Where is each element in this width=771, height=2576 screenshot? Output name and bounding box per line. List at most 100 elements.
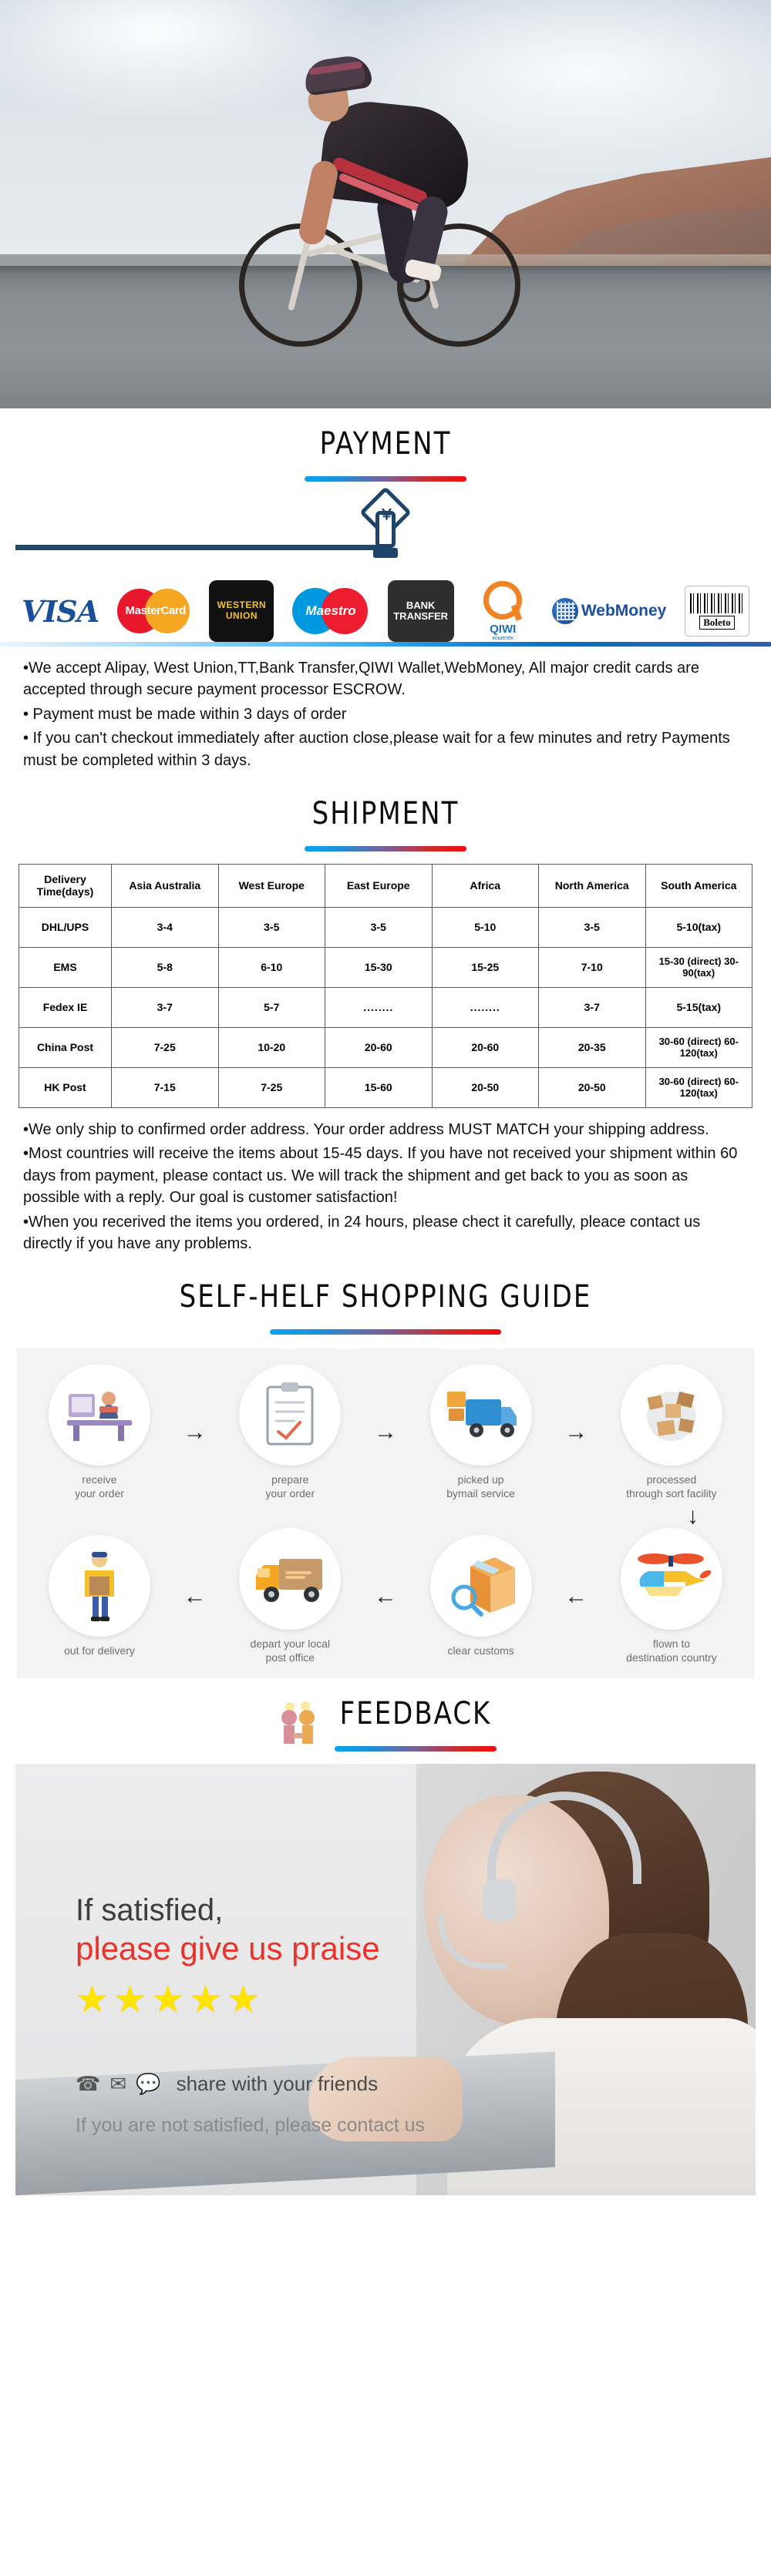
share-text: share with your friends	[176, 2072, 379, 2096]
email-icon: ✉	[109, 2072, 127, 2096]
cell-africa: ........	[431, 986, 539, 1028]
guide-step-flown-destination: flown to destination country	[598, 1528, 745, 1664]
shipping-policy-text: •We only ship to confirmed order address…	[0, 1108, 771, 1261]
guide-step-picked-up: picked up bymail service	[408, 1364, 554, 1500]
shipping-time-table: Delivery Time(days) Asia Australia West …	[19, 863, 752, 1108]
guide-title-underline	[270, 1329, 501, 1335]
guide-step-receive-order: receive your order	[26, 1364, 173, 1500]
shipping-paragraph-1: •We only ship to confirmed order address…	[23, 1120, 709, 1138]
cell-west-europe: 7-25	[217, 1066, 325, 1108]
header-delivery-time: Delivery Time(days)	[19, 863, 112, 908]
guide-step-clear-customs: clear customs	[408, 1535, 554, 1658]
arrow-left-icon: ←	[373, 1583, 397, 1609]
guide-step-label: processed through sort facility	[626, 1473, 717, 1500]
table-row: EMS 5-8 6-10 15-30 15-25 7-10 15-30 (dir…	[19, 946, 752, 988]
payment-section-header: PAYMENT	[0, 408, 771, 482]
header-south-america: South America	[645, 863, 752, 908]
payment-paragraph-3: • If you can't checkout immediately afte…	[23, 730, 730, 769]
qiwi-label: QIWI	[490, 623, 517, 636]
payment-badge-area: ￥	[0, 486, 771, 573]
visa-logo: VISA	[22, 593, 99, 629]
cell-north-america: 3-7	[538, 986, 646, 1028]
boleto-barcode-icon	[689, 593, 744, 613]
table-row: DHL/UPS 3-4 3-5 3-5 5-10 3-5 5-10(tax)	[19, 906, 752, 948]
star-icon: ★	[227, 1979, 261, 2020]
star-icon: ★	[76, 1979, 109, 2020]
shipment-title: SHIPMENT	[311, 795, 460, 832]
badge-glyph: ￥	[379, 506, 395, 523]
arrow-down-icon: ↓	[687, 1503, 699, 1530]
cell-east-europe: 20-60	[325, 1026, 433, 1068]
cell-north-america: 7-10	[538, 946, 646, 988]
guide-step-label: flown to destination country	[626, 1637, 717, 1664]
feedback-bottom-text: If you are not satisfied, please contact…	[76, 2114, 426, 2137]
payment-divider-line	[15, 545, 386, 550]
boleto-logo: Boleto	[684, 586, 749, 636]
shipping-paragraph-3: •When you recerived the items you ordere…	[23, 1213, 701, 1252]
qiwi-ring-icon	[483, 581, 523, 620]
guide-step-depart-post-office: depart your local post office	[217, 1528, 363, 1664]
cell-north-america: 3-5	[538, 906, 646, 948]
maestro-label: Maestro	[305, 603, 356, 618]
cell-west-europe: 5-7	[217, 986, 325, 1028]
cell-east-europe: 15-60	[325, 1066, 433, 1108]
phone-icon: ☎	[76, 2072, 101, 2096]
cell-south-america: 5-15(tax)	[645, 986, 752, 1028]
cell-west-europe: 6-10	[217, 946, 325, 988]
payment-terms-text: •We accept Alipay, West Union,TT,Bank Tr…	[0, 647, 771, 778]
cell-north-america: 20-35	[538, 1026, 646, 1068]
guide-step-label: depart your local post office	[250, 1637, 331, 1664]
shipping-paragraph-2: •Most countries will receive the items a…	[23, 1145, 738, 1207]
cell-africa: 20-60	[431, 1026, 539, 1068]
feedback-text-overlay: If satisfied, please give us praise ★ ★ …	[15, 1764, 756, 2195]
cell-west-europe: 3-5	[217, 906, 325, 948]
cell-africa: 5-10	[431, 906, 539, 948]
header-west-europe: West Europe	[217, 863, 325, 908]
webmoney-label: WebMoney	[581, 602, 667, 620]
mastercard-logo: MasterCard	[116, 589, 191, 633]
cell-africa: 20-50	[431, 1066, 539, 1108]
cell-north-america: 20-50	[538, 1066, 646, 1108]
payment-title: PAYMENT	[319, 425, 452, 462]
guide-step-label: clear customs	[447, 1644, 514, 1657]
cell-south-america: 30-60 (direct) 60-120(tax)	[645, 1066, 752, 1108]
payment-title-underline	[305, 476, 466, 482]
arrow-right-icon: →	[373, 1419, 397, 1445]
cell-south-america: 15-30 (direct) 30-90(tax)	[645, 946, 752, 988]
qiwi-sublabel: кошелёк	[492, 636, 513, 641]
table-row: HK Post 7-15 7-25 15-60 20-50 20-50 30-6…	[19, 1066, 752, 1108]
webmoney-logo: WebMoney	[551, 598, 667, 624]
table-row: China Post 7-25 10-20 20-60 20-60 20-35 …	[19, 1026, 752, 1068]
shipment-table-container: Delivery Time(days) Asia Australia West …	[0, 851, 771, 1108]
feedback-title: FEEDBACK	[339, 1695, 492, 1732]
western-union-line2: UNION	[225, 610, 258, 621]
product-description-page: PAYMENT ￥ VISA MasterCard WESTERN UNION	[0, 0, 771, 2196]
star-icon: ★	[189, 1979, 223, 2020]
webmoney-globe-icon	[551, 598, 578, 624]
guide-row-bottom: out for delivery ← depart your local pos…	[26, 1528, 745, 1664]
guide-step-label: prepare your order	[265, 1473, 315, 1500]
cell-east-europe: ........	[325, 986, 433, 1028]
feedback-banner-image: If satisfied, please give us praise ★ ★ …	[15, 1764, 756, 2196]
feedback-section-header: FEEDBACK	[0, 1678, 771, 1752]
courier-icon	[49, 1535, 150, 1637]
shipment-section-header: SHIPMENT	[0, 778, 771, 851]
row-method: Fedex IE	[19, 986, 112, 1028]
cell-asia: 7-15	[111, 1066, 219, 1108]
boleto-label: Boleto	[699, 615, 735, 630]
header-north-america: North America	[538, 863, 646, 908]
row-method: China Post	[19, 1026, 112, 1068]
mastercard-label: MasterCard	[125, 604, 187, 617]
clipboard-icon	[239, 1364, 342, 1466]
arrow-right-icon: →	[564, 1419, 588, 1445]
cell-africa: 15-25	[431, 946, 539, 988]
bank-transfer-logo: BANK TRANSFER	[387, 580, 454, 642]
cell-asia: 7-25	[111, 1026, 219, 1068]
cell-west-europe: 10-20	[217, 1026, 325, 1068]
table-row: Fedex IE 3-7 5-7 ........ ........ 3-7 5…	[19, 986, 752, 1028]
header-africa: Africa	[431, 863, 539, 908]
header-asia-australia: Asia Australia	[111, 863, 219, 908]
badge-base	[373, 548, 398, 558]
bank-transfer-line1: BANK	[406, 599, 436, 611]
cell-asia: 5-8	[111, 946, 219, 988]
